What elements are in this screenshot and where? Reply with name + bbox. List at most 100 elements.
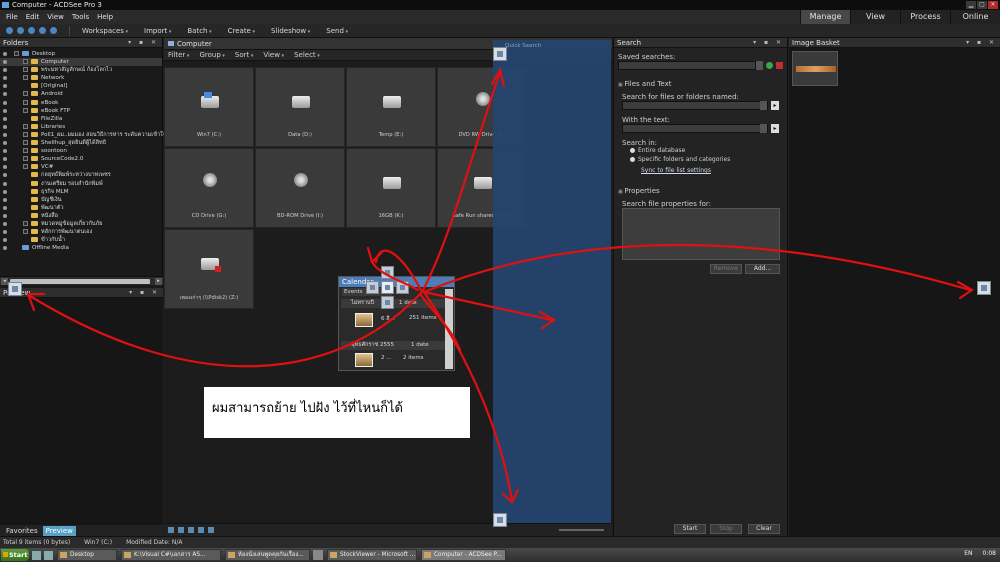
clear-button[interactable]: Clear [748,524,780,534]
folder-tree-item[interactable]: Network [0,74,162,82]
folder-tree-item[interactable]: Libraries [0,123,162,131]
taskbar-item-desktop[interactable]: Desktop [57,549,117,561]
folder-tree-item[interactable]: Computer [0,58,162,67]
expand-toggle-icon[interactable] [23,75,28,81]
drive-tile[interactable]: 16GB (K:) [346,148,436,228]
dock-top-icon[interactable] [381,266,394,279]
photo-eye-icon[interactable] [3,68,7,73]
photo-eye-icon[interactable] [3,108,7,113]
refresh-icon[interactable] [39,27,46,34]
media-icon[interactable] [313,550,323,560]
expand-toggle-icon[interactable] [23,107,28,113]
create-menu[interactable]: Create [228,27,255,35]
tab-manage[interactable]: Manage [800,10,850,24]
folder-tree-item[interactable]: Poll1_ผม..ผมมอง สอนวิธีการหาร ระดับความเ… [0,131,166,139]
calendar-scrollbar[interactable] [445,289,453,369]
photo-eye-icon[interactable] [3,100,7,105]
language-indicator[interactable]: EN [964,550,972,557]
expand-toggle-icon[interactable] [23,229,28,235]
photo-eye-icon[interactable] [3,157,7,162]
photo-eye-icon[interactable] [3,116,7,121]
expand-toggle-icon[interactable] [23,156,28,162]
expand-toggle-icon[interactable] [23,140,28,146]
with-text-input[interactable] [622,124,768,133]
batch-menu[interactable]: Batch [187,27,211,35]
basket-thumbnail[interactable] [792,51,838,86]
dock-edge-bottom-icon[interactable] [493,513,507,527]
send-menu[interactable]: Send [326,27,348,35]
view-mode-icon[interactable] [188,527,194,533]
delete-search-icon[interactable] [776,62,783,69]
filter-menu[interactable]: Filter [168,51,189,59]
photo-eye-icon[interactable] [3,124,7,129]
dock-tab-icon[interactable] [381,281,394,294]
tab-preview[interactable]: Preview [42,525,76,536]
dock-edge-right-icon[interactable] [977,281,991,295]
chevron-down-icon[interactable] [760,124,767,133]
folder-tree-item[interactable]: Shellhup_สุดยินดีผู้ได้สิทธิ [0,139,162,147]
photo-eye-icon[interactable] [3,230,7,235]
folder-tree-item[interactable]: พระมหาสัญลักษณ์ ก้องโลกไว [0,66,162,74]
files-and-text-heading[interactable]: Files and Text [618,80,671,88]
scroll-right-icon[interactable]: ▸ [155,278,162,285]
quicklaunch-icon[interactable] [44,550,53,560]
zoom-slider[interactable] [559,529,604,531]
drive-tile[interactable]: Data (D:) [255,67,345,147]
view-mode-icon[interactable] [198,527,204,533]
photo-eye-icon[interactable] [3,246,7,251]
search-names-input[interactable] [622,101,768,110]
folder-tree-item[interactable]: eBook FTP [0,107,162,115]
close-button[interactable]: ✕ [988,1,998,9]
drive-tile[interactable]: เพลงเก่าๆ (\\Pdisk2) (Z:) [164,229,254,309]
scroll-left-icon[interactable]: ◂ [1,278,8,285]
folder-tree-item[interactable]: FileZilla [0,115,162,123]
back-icon[interactable] [6,27,13,34]
radio-specific-folders[interactable] [630,157,635,162]
select-menu[interactable]: Select [294,51,320,59]
photo-eye-icon[interactable] [3,181,7,186]
folder-tree-item[interactable]: SourceCode2.0 [0,155,162,163]
photo-eye-icon[interactable] [3,76,7,81]
tab-favorites[interactable]: Favorites [3,526,41,536]
expand-toggle-icon[interactable] [23,91,28,97]
properties-heading[interactable]: Properties [618,187,659,195]
home-icon[interactable] [50,27,57,34]
view-mode-icon[interactable] [178,527,184,533]
folder-tree-item[interactable]: Android [0,90,162,98]
menu-tools[interactable]: Tools [72,13,89,21]
photo-eye-icon[interactable] [3,205,7,210]
import-menu[interactable]: Import [144,27,171,35]
drive-tile[interactable]: BD-ROM Drive (I:) [255,148,345,228]
radio-entire-database[interactable] [630,148,635,153]
folder-tree-item[interactable]: ข้าวกับน้ำ [0,236,162,244]
dock-right-icon[interactable] [396,281,409,294]
folder-tree-item[interactable]: กลยุทธ์พิมพ์ระหว่างบาทเพชร [0,171,162,179]
photo-eye-icon[interactable] [3,213,7,218]
folder-tree-item[interactable]: Offline Media [0,244,162,252]
menu-help[interactable]: Help [97,13,113,21]
expand-toggle-icon[interactable] [23,148,28,154]
quicklaunch-icon[interactable] [32,550,41,560]
tab-online[interactable]: Online [950,10,1000,24]
folder-tree-item[interactable]: บัญชีเงิน [0,196,162,204]
folder-tree-item[interactable]: VC# [0,163,162,171]
arrow-right-icon[interactable]: ▸ [771,124,779,133]
dock-edge-top-icon[interactable] [493,47,507,61]
tab-view[interactable]: View [850,10,900,24]
folder-tree-item[interactable]: พัฒนาตัว [0,204,162,212]
tray-clock[interactable]: 0:08 [983,550,996,557]
panel-controls-icon[interactable]: ▾ ▪ ✕ [753,38,784,48]
minimize-button[interactable]: ▁ [966,1,976,9]
expand-toggle-icon[interactable] [23,59,28,65]
panel-controls-icon[interactable]: ▾ ▪ ✕ [128,38,159,48]
workspaces-menu[interactable]: Workspaces [82,27,128,35]
sync-link[interactable]: Sync to file list settings [641,167,711,174]
folder-tree-item[interactable]: eBook [0,99,162,107]
photo-eye-icon[interactable] [3,173,7,178]
scrollbar-thumb[interactable] [10,279,150,284]
taskbar-item-visual-csharp[interactable]: K:\Visual C#\เอกสาร AS... [121,549,221,561]
up-folder-icon[interactable] [28,27,35,34]
drive-tile[interactable]: Win7 (C:) [164,67,254,147]
folder-tree-item[interactable]: หลักการพัฒนาตนเอง [0,228,162,236]
drive-tile[interactable]: Temp (E:) [346,67,436,147]
